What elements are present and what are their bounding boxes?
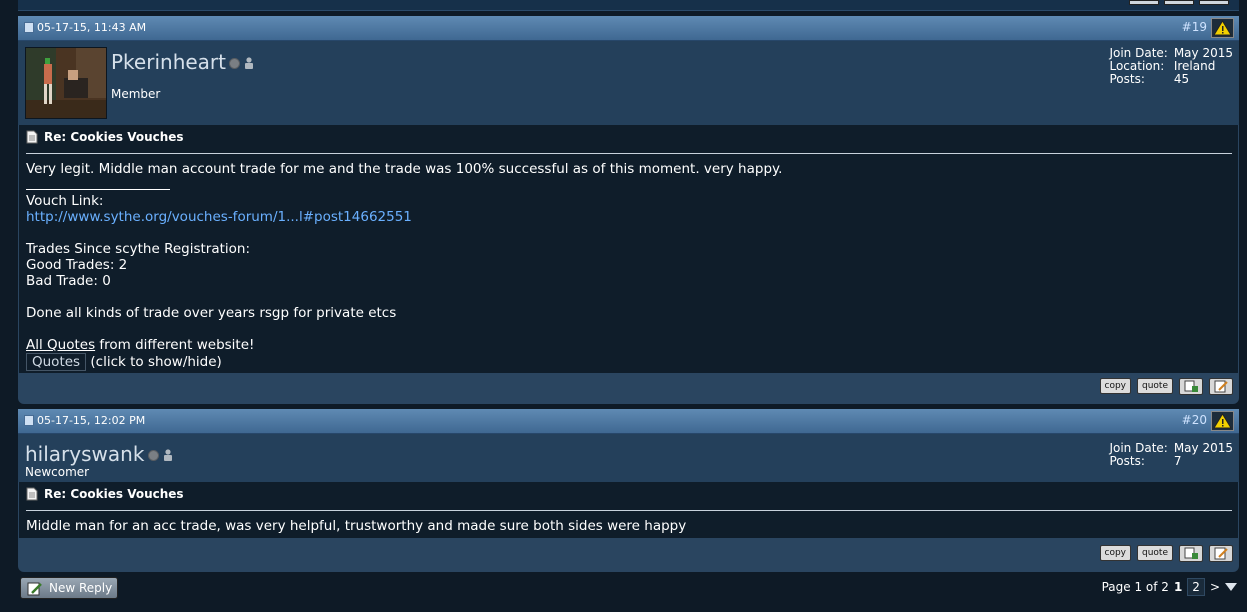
post-date-text: 05-17-15, 12:02 PM [37,414,146,427]
quote-button[interactable]: quote [1137,545,1173,561]
posts-value: 45 [1173,72,1190,86]
posts-value: 7 [1173,454,1182,468]
bad-trades: Bad Trade: 0 [26,273,111,289]
edit-icon [1214,380,1228,393]
post-icon [24,415,34,426]
all-quotes-link[interactable]: All Quotes [26,337,95,353]
edit-button[interactable] [1209,378,1233,395]
edit-button[interactable] [1209,545,1233,562]
spoiler-line: Quotes (click to show/hide) [26,353,222,371]
message-line: Very legit. Middle man account trade for… [26,161,783,177]
copy-button[interactable]: copy [1099,378,1131,394]
user-profile-icon[interactable] [244,57,254,69]
user-details: Join Date: May 2015 Location: Ireland Post… [1109,47,1233,86]
chevron-down-icon[interactable] [1225,582,1237,592]
trade-description: Done all kinds of trade over years rsgp … [26,305,397,321]
user-details: Join Date: May 2015 Posts: 7 [1109,442,1233,468]
spoiler-hint: (click to show/hide) [90,354,222,370]
document-icon [26,487,38,501]
previous-post-footer [18,0,1239,11]
multi-quote-icon [1184,547,1198,559]
new-reply-label: New Reply [49,581,113,595]
posts-label: Posts: [1109,72,1145,86]
post-date: 05-17-15, 11:43 AM [24,21,146,34]
vouch-label: Vouch Link: [26,193,104,209]
post-icon [24,22,34,33]
divider [26,153,1232,154]
offline-status-icon [229,57,240,69]
previous-post-button[interactable] [1199,0,1229,5]
copy-button[interactable]: copy [1099,545,1131,561]
page-2-link[interactable]: 2 [1187,578,1205,596]
report-warning-icon[interactable] [1211,411,1234,431]
next-page-link[interactable]: > [1210,580,1220,594]
post-date-text: 05-17-15, 11:43 AM [37,21,147,34]
user-status [229,57,254,69]
quotes-line-rest: from different website! [95,337,255,353]
good-trades: Good Trades: 2 [26,257,128,273]
join-date-value: May 2015 [1173,441,1233,455]
posts-label: Posts: [1109,454,1145,468]
new-reply-button[interactable]: New Reply [20,577,118,599]
pagination: Page 1 of 2 1 2 > [1102,578,1237,596]
previous-post-button[interactable] [1129,0,1159,5]
user-profile-icon[interactable] [163,449,173,461]
report-warning-icon[interactable] [1211,18,1234,38]
vouch-link[interactable]: http://www.sythe.org/vouches-forum/1...l… [26,209,412,225]
user-info-bar: Pkerinheart Member Join Date: May 2015 Lo… [18,41,1239,125]
username-link[interactable]: Pkerinheart [111,50,226,74]
multi-quote-button[interactable] [1179,378,1203,395]
post-body: Re: Cookies Vouches Middle man for an ac… [19,482,1238,538]
trades-heading: Trades Since scythe Registration: [26,241,251,257]
quote-button[interactable]: quote [1137,378,1173,394]
vouch-link-line: http://www.sythe.org/vouches-forum/1...l… [26,209,412,225]
message-text: Middle man for an acc trade, was very he… [26,518,687,534]
post-title: Re: Cookies Vouches [26,487,184,501]
post-body: Re: Cookies Vouches Very legit. Middle m… [19,125,1238,373]
post-actions: copy quote [1099,545,1233,562]
quotes-spoiler-button[interactable]: Quotes [26,353,87,371]
post-19: 05-17-15, 11:43 AM #19 Pkerinheart Membe… [18,16,1239,404]
user-rank: Member [111,87,161,101]
post-20: 05-17-15, 12:02 PM #20 hilaryswank Newco… [18,409,1239,572]
post-header: 05-17-15, 11:43 AM #19 [18,16,1239,41]
multi-quote-button[interactable] [1179,545,1203,562]
post-number-link[interactable]: #19 [1182,20,1207,34]
username-link[interactable]: hilaryswank [25,442,144,466]
post-title-text: Re: Cookies Vouches [44,130,184,144]
offline-status-icon [148,449,159,461]
post-number-link[interactable]: #20 [1182,413,1207,427]
post-actions: copy quote [1099,378,1233,395]
previous-post-button[interactable] [1164,0,1194,5]
user-info-bar: hilaryswank Newcomer Join Date: May 2015 … [18,434,1239,482]
user-status [148,449,173,461]
post-header: 05-17-15, 12:02 PM #20 [18,409,1239,434]
edit-icon [1214,547,1228,560]
user-avatar[interactable] [25,47,107,119]
multi-quote-icon [1184,380,1198,392]
page-1: 1 [1173,580,1183,594]
post-title-text: Re: Cookies Vouches [44,487,184,501]
divider [26,510,1232,511]
post-date: 05-17-15, 12:02 PM [24,414,145,427]
document-icon [26,130,38,144]
user-rank: Newcomer [25,465,90,479]
new-reply-icon [27,582,42,595]
quotes-line: All Quotes from different website! [26,337,254,353]
post-title: Re: Cookies Vouches [26,130,184,144]
page-count: Page 1 of 2 [1101,580,1169,594]
signature-divider [26,189,170,190]
